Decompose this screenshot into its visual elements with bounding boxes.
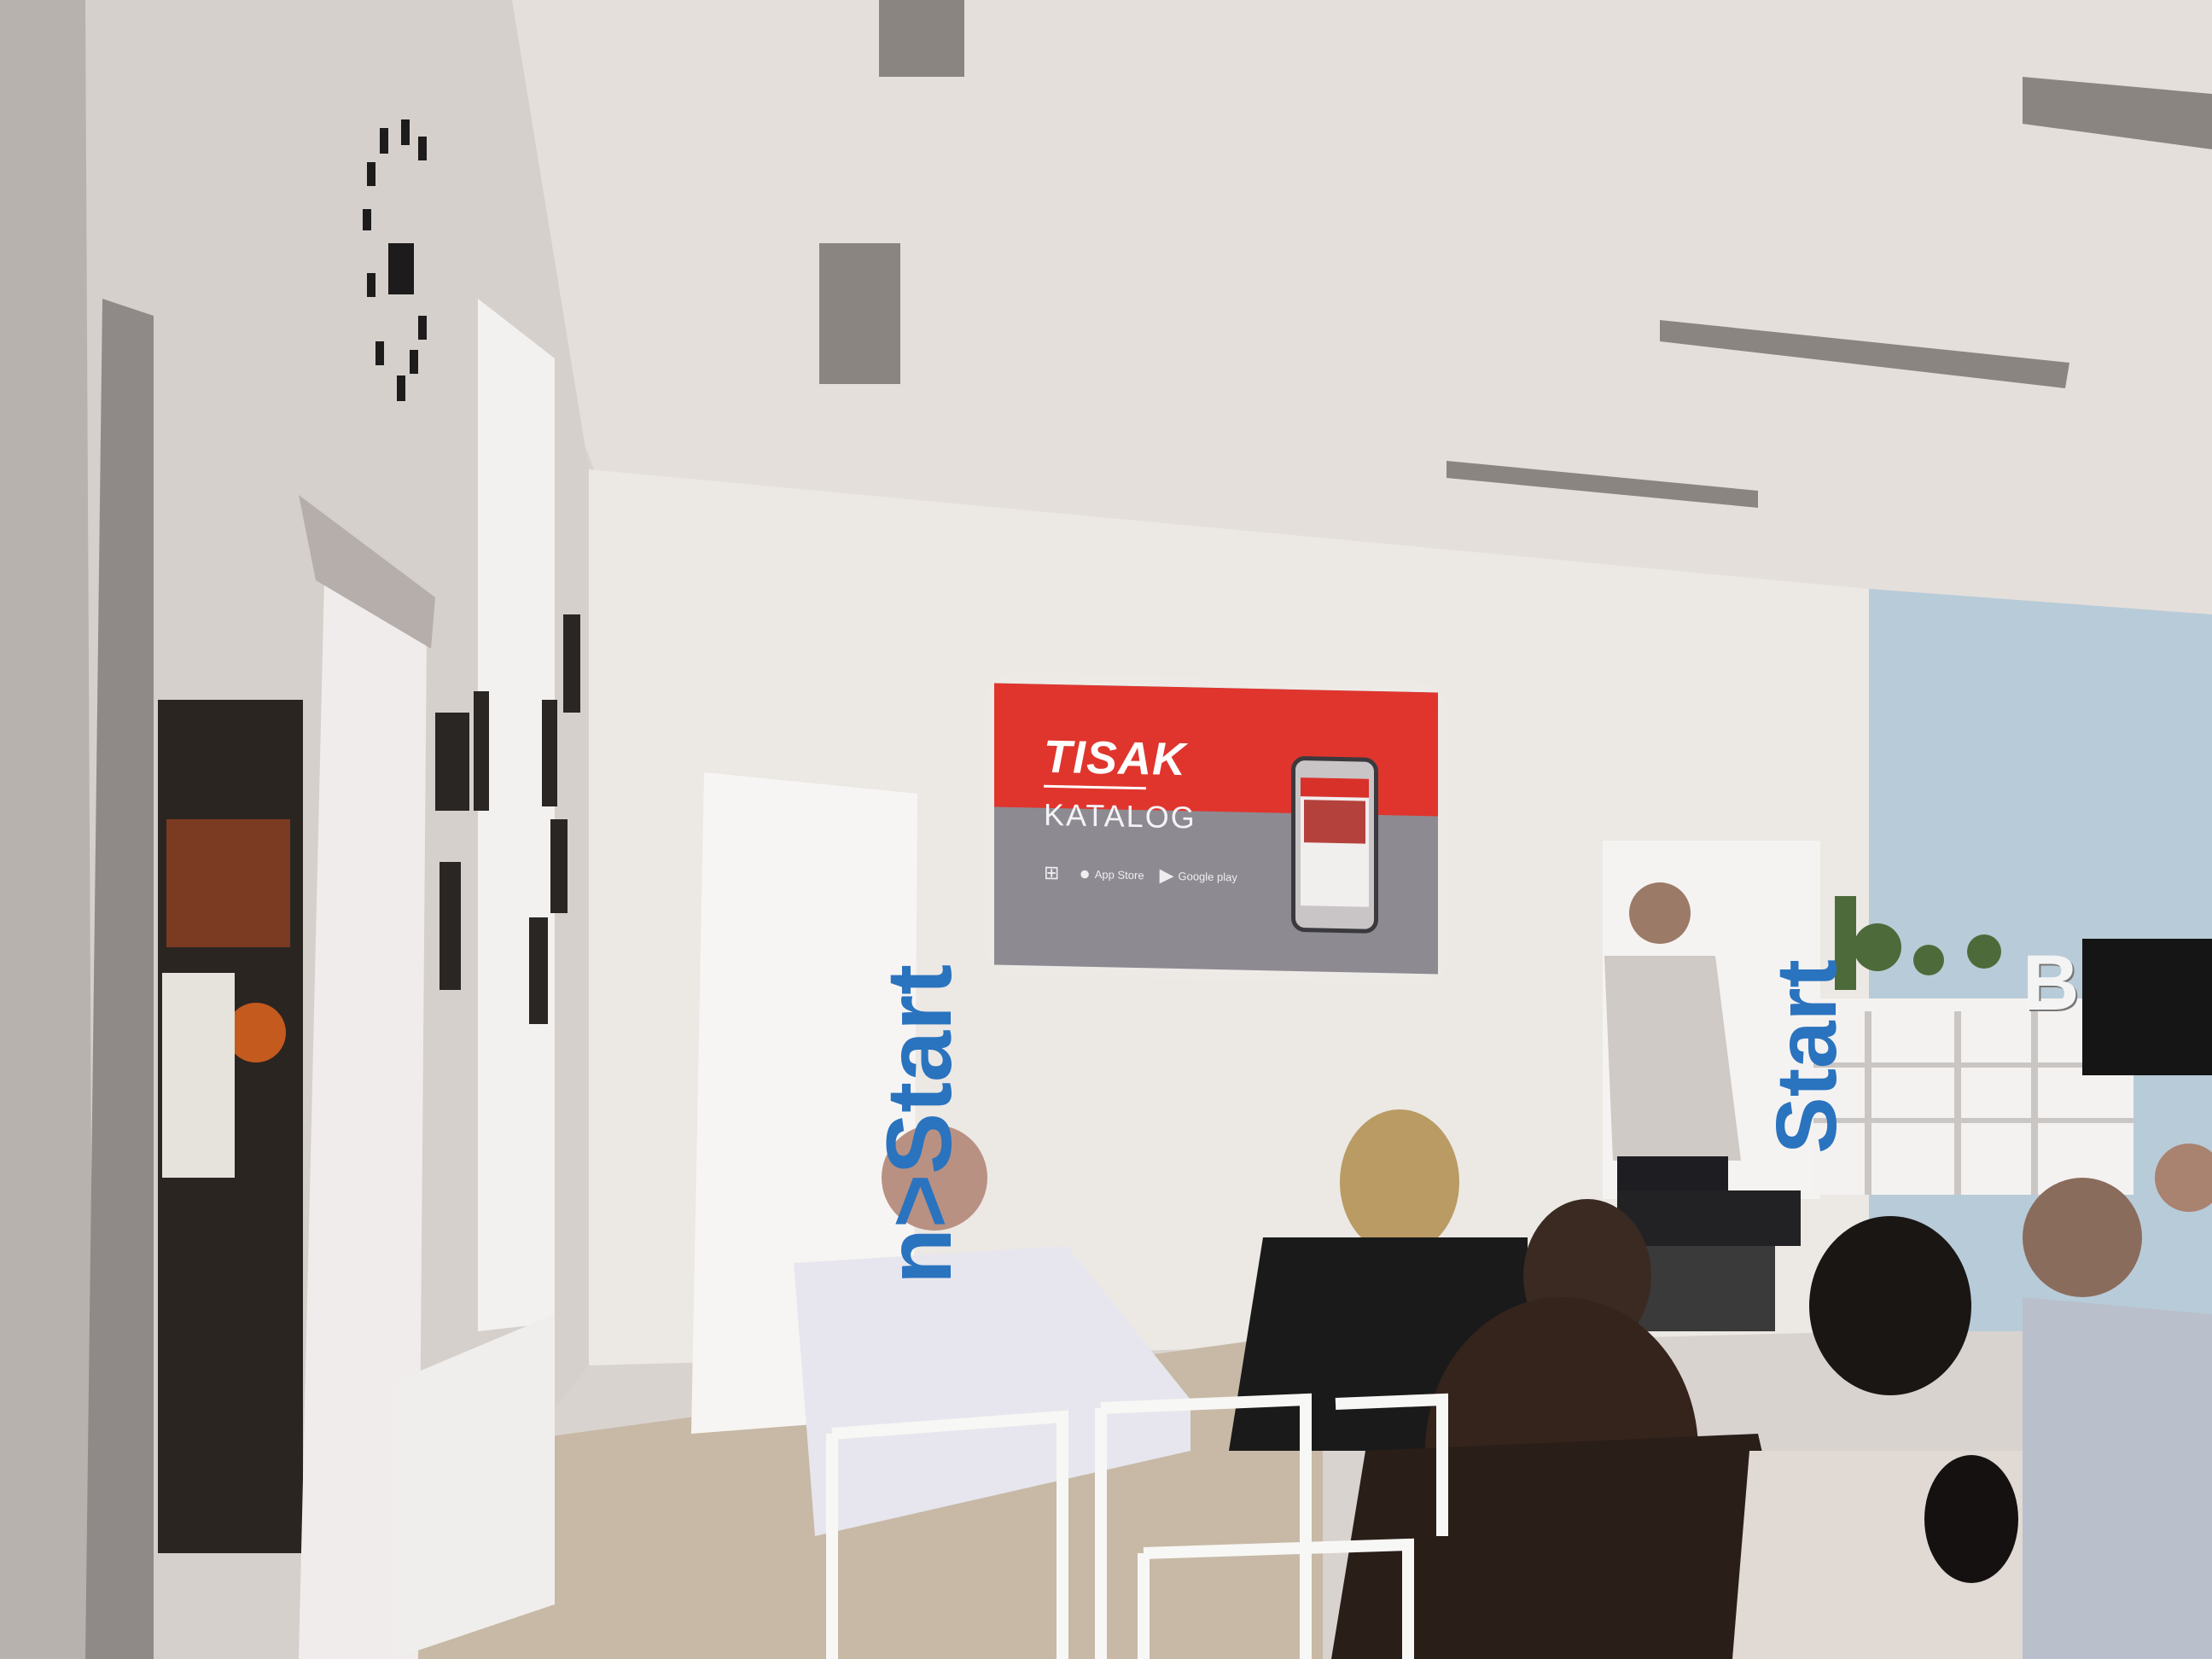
google-play-badge: ▶ Google play [1159, 864, 1237, 887]
shelf-letter-decoration: B [2023, 940, 2080, 1027]
projector [1617, 1190, 1801, 1246]
phone-app-header [1301, 777, 1369, 798]
app-store-label: App Store [1094, 867, 1144, 882]
glass-door [0, 0, 94, 1659]
phone-mockup [1291, 755, 1378, 934]
app-store-badges: ⊞ ● App Store ▶ Google play [1044, 861, 1237, 887]
google-play-label: Google play [1178, 869, 1237, 884]
poster-paper-note [162, 973, 235, 1178]
google-play-icon: ▶ [1159, 864, 1174, 886]
banner-left-text: n>Start [867, 963, 970, 1284]
slide-title: TISAK [1044, 731, 1186, 786]
slide-subtitle: KATALOG [1044, 796, 1196, 835]
projected-slide: TISAK KATALOG ⊞ ● App Store ▶ Google pla… [994, 683, 1438, 975]
windows-store-icon: ⊞ [1044, 861, 1060, 884]
phone-screen [1301, 777, 1369, 907]
banner-right-text: Start [1759, 959, 1854, 1154]
television [2082, 939, 2212, 1075]
app-store-badge: ● App Store [1079, 862, 1144, 885]
phone-app-image [1304, 800, 1365, 844]
windows-store-badge: ⊞ [1044, 861, 1063, 884]
window [478, 299, 555, 1331]
apple-icon: ● [1079, 862, 1091, 884]
